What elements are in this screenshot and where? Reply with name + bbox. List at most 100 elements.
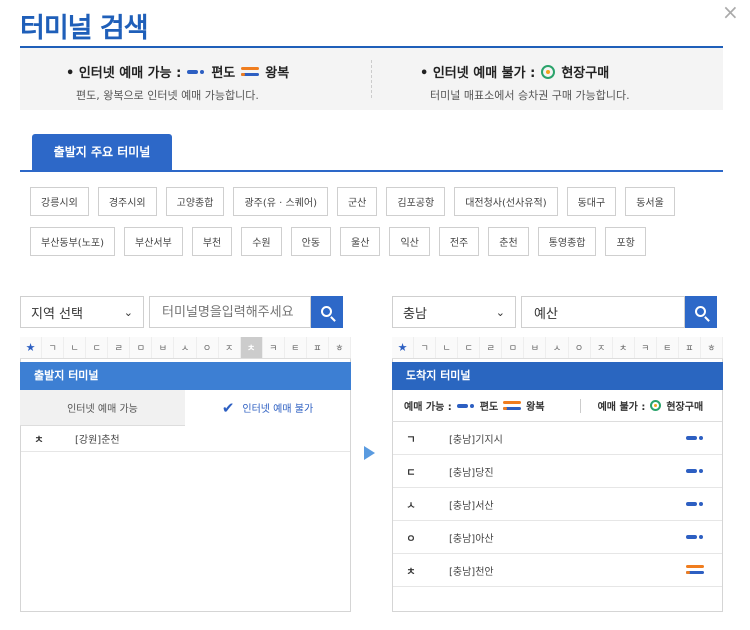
close-icon[interactable]: × bbox=[722, 0, 739, 24]
terminal-chip[interactable]: 춘천 bbox=[488, 227, 529, 256]
terminal-chip[interactable]: 고양종합 bbox=[165, 187, 225, 216]
terminal-row[interactable]: ㄷ [충남]당진 bbox=[393, 455, 722, 488]
terminal-chip[interactable]: 전주 bbox=[438, 227, 480, 256]
arrival-round-label: 왕복 bbox=[526, 402, 545, 413]
oneway-icon bbox=[686, 500, 704, 508]
departure-search-input[interactable] bbox=[149, 296, 311, 328]
terminal-chip[interactable]: 김포공항 bbox=[386, 187, 446, 216]
consonant-filter[interactable]: ㄴ bbox=[64, 337, 87, 358]
terminal-chip[interactable]: 강릉시외 bbox=[30, 187, 89, 216]
tab-online-unavailable[interactable]: ✔ 인터넷 예매 불가 bbox=[185, 390, 350, 426]
terminal-chip[interactable]: 부천 bbox=[191, 227, 233, 256]
consonant-filter[interactable]: ㅎ bbox=[701, 337, 723, 358]
terminal-chip[interactable]: 부산서부 bbox=[124, 227, 183, 256]
consonant-filter[interactable]: ㅍ bbox=[307, 337, 329, 358]
terminal-row[interactable]: ㅊ [강원]춘천 bbox=[21, 426, 350, 452]
tab-major-terminals[interactable]: 출발지 주요 터미널 bbox=[32, 134, 172, 170]
arrival-site-label: 현장구매 bbox=[666, 402, 704, 413]
departure-panel-header: 출발지 터미널 bbox=[20, 362, 351, 390]
tab-online-available[interactable]: 인터넷 예매 가능 bbox=[20, 390, 185, 426]
legend-available-desc: 편도, 왕복으로 인터넷 예매 가능합니다. bbox=[76, 89, 259, 102]
consonant-filter[interactable]: ㄹ bbox=[480, 337, 503, 358]
terminal-chip[interactable]: 울산 bbox=[340, 227, 381, 256]
terminal-row[interactable]: ㅊ [충남]천안 bbox=[393, 554, 722, 587]
arrival-search-button[interactable] bbox=[685, 296, 717, 328]
consonant-filter[interactable]: ㅋ bbox=[263, 337, 285, 358]
arrival-region-select[interactable]: 충남 ⌄ bbox=[392, 296, 516, 328]
consonant-filter[interactable]: ㅊ bbox=[240, 337, 263, 358]
terminal-chip[interactable]: 동대구 bbox=[566, 187, 617, 216]
check-icon: ✔ bbox=[221, 398, 235, 417]
consonant-filter[interactable]: ㄴ bbox=[436, 337, 459, 358]
consonant-filter[interactable]: ㅂ bbox=[524, 337, 547, 358]
terminal-name: [충남]천안 bbox=[449, 566, 494, 578]
terminal-row[interactable]: ㅅ [충남]서산 bbox=[393, 488, 722, 521]
consonant-filter[interactable]: ㅁ bbox=[502, 337, 525, 358]
consonant-filter[interactable]: ㅅ bbox=[174, 337, 197, 358]
tab-online-unavailable-label: 인터넷 예매 불가 bbox=[242, 404, 314, 415]
search-icon bbox=[694, 305, 706, 317]
terminal-row[interactable]: ㄱ [충남]기지시 bbox=[393, 422, 722, 455]
consonant-filter[interactable]: ㄷ bbox=[86, 337, 109, 358]
legend-divider bbox=[579, 398, 581, 413]
consonant-filter[interactable]: ㅁ bbox=[130, 337, 153, 358]
departure-search-button[interactable] bbox=[311, 296, 343, 328]
consonant-filter[interactable]: ㅋ bbox=[635, 337, 657, 358]
terminal-chip[interactable]: 수원 bbox=[241, 227, 282, 256]
consonant-filter[interactable]: ㄱ bbox=[414, 337, 437, 358]
departure-region-value: 지역 선택 bbox=[31, 306, 83, 322]
row-consonant: ㅊ bbox=[406, 566, 416, 578]
consonant-filter[interactable]: ㅂ bbox=[152, 337, 175, 358]
arrival-legend: 예매 가능 : 편도 왕복 예매 불가 : 현장구매 bbox=[392, 390, 722, 422]
departure-region-select[interactable]: 지역 선택 ⌄ bbox=[20, 296, 144, 328]
favorite-star-icon[interactable]: ★ bbox=[20, 337, 43, 358]
legend-available-label: • 인터넷 예매 가능 : bbox=[66, 66, 182, 81]
terminal-chip[interactable]: 동서울 bbox=[625, 187, 675, 216]
search-icon bbox=[320, 305, 332, 317]
terminal-chip[interactable]: 포항 bbox=[605, 227, 646, 256]
legend-unavailable-desc: 터미널 매표소에서 승차권 구매 가능합니다. bbox=[430, 89, 630, 102]
arrival-search-input[interactable] bbox=[521, 296, 685, 328]
terminal-chip[interactable]: 익산 bbox=[389, 227, 430, 256]
terminal-name: [강원]춘천 bbox=[75, 435, 120, 446]
row-consonant: ㄷ bbox=[406, 467, 416, 479]
consonant-filter[interactable]: ㅇ bbox=[569, 337, 591, 358]
terminal-chip[interactable]: 안동 bbox=[290, 227, 332, 256]
onsite-purchase-icon bbox=[541, 64, 556, 79]
arrival-region-value: 충남 bbox=[403, 306, 427, 322]
arrow-right-icon bbox=[364, 446, 375, 460]
consonant-filter[interactable]: ㅊ bbox=[613, 337, 635, 358]
terminal-chip[interactable]: 대전청사(선사유적) bbox=[454, 187, 558, 216]
departure-consonant-bar: ★ ㄱㄴㄷㄹㅁㅂㅅㅇㅈㅊㅋㅌㅍㅎ bbox=[20, 337, 351, 359]
consonant-filter[interactable]: ㅇ bbox=[197, 337, 219, 358]
terminal-name: [충남]기지시 bbox=[449, 434, 503, 446]
consonant-filter[interactable]: ㄱ bbox=[42, 337, 65, 358]
terminal-name: [충남]서산 bbox=[449, 500, 494, 512]
roundtrip-icon bbox=[241, 66, 260, 78]
consonant-filter[interactable]: ㅌ bbox=[285, 337, 307, 358]
terminal-chip[interactable]: 경주시외 bbox=[97, 187, 157, 216]
arrival-panel-header: 도착지 터미널 bbox=[392, 362, 723, 390]
favorite-star-icon[interactable]: ★ bbox=[392, 337, 415, 358]
consonant-filter[interactable]: ㄷ bbox=[458, 337, 481, 358]
terminal-chip[interactable]: 군산 bbox=[336, 187, 378, 216]
legend-site-label: 현장구매 bbox=[561, 66, 610, 81]
chevron-down-icon: ⌄ bbox=[123, 305, 133, 319]
page-title: 터미널 검색 bbox=[20, 13, 149, 44]
consonant-filter[interactable]: ㄹ bbox=[108, 337, 131, 358]
oneway-icon bbox=[456, 402, 475, 410]
consonant-filter[interactable]: ㅅ bbox=[546, 337, 569, 358]
legend-unavailable-label: • 인터넷 예매 불가 : bbox=[420, 66, 536, 81]
consonant-filter[interactable]: ㅌ bbox=[657, 337, 679, 358]
terminal-chip[interactable]: 부산동부(노포) bbox=[30, 227, 116, 256]
legend-online-available: • 인터넷 예매 가능 : 편도 왕복 편도, 왕복으로 인터넷 예매 가능합니… bbox=[66, 62, 289, 103]
terminal-chip[interactable]: 통영종합 bbox=[537, 227, 597, 256]
onsite-purchase-icon bbox=[650, 400, 662, 411]
consonant-filter[interactable]: ㅍ bbox=[679, 337, 701, 358]
consonant-filter[interactable]: ㅎ bbox=[329, 337, 351, 358]
row-consonant: ㄱ bbox=[406, 434, 416, 446]
consonant-filter[interactable]: ㅈ bbox=[219, 337, 241, 358]
terminal-row[interactable]: ㅇ [충남]아산 bbox=[393, 521, 722, 554]
terminal-chip[interactable]: 광주(유 · 스퀘어) bbox=[233, 187, 328, 216]
consonant-filter[interactable]: ㅈ bbox=[591, 337, 613, 358]
